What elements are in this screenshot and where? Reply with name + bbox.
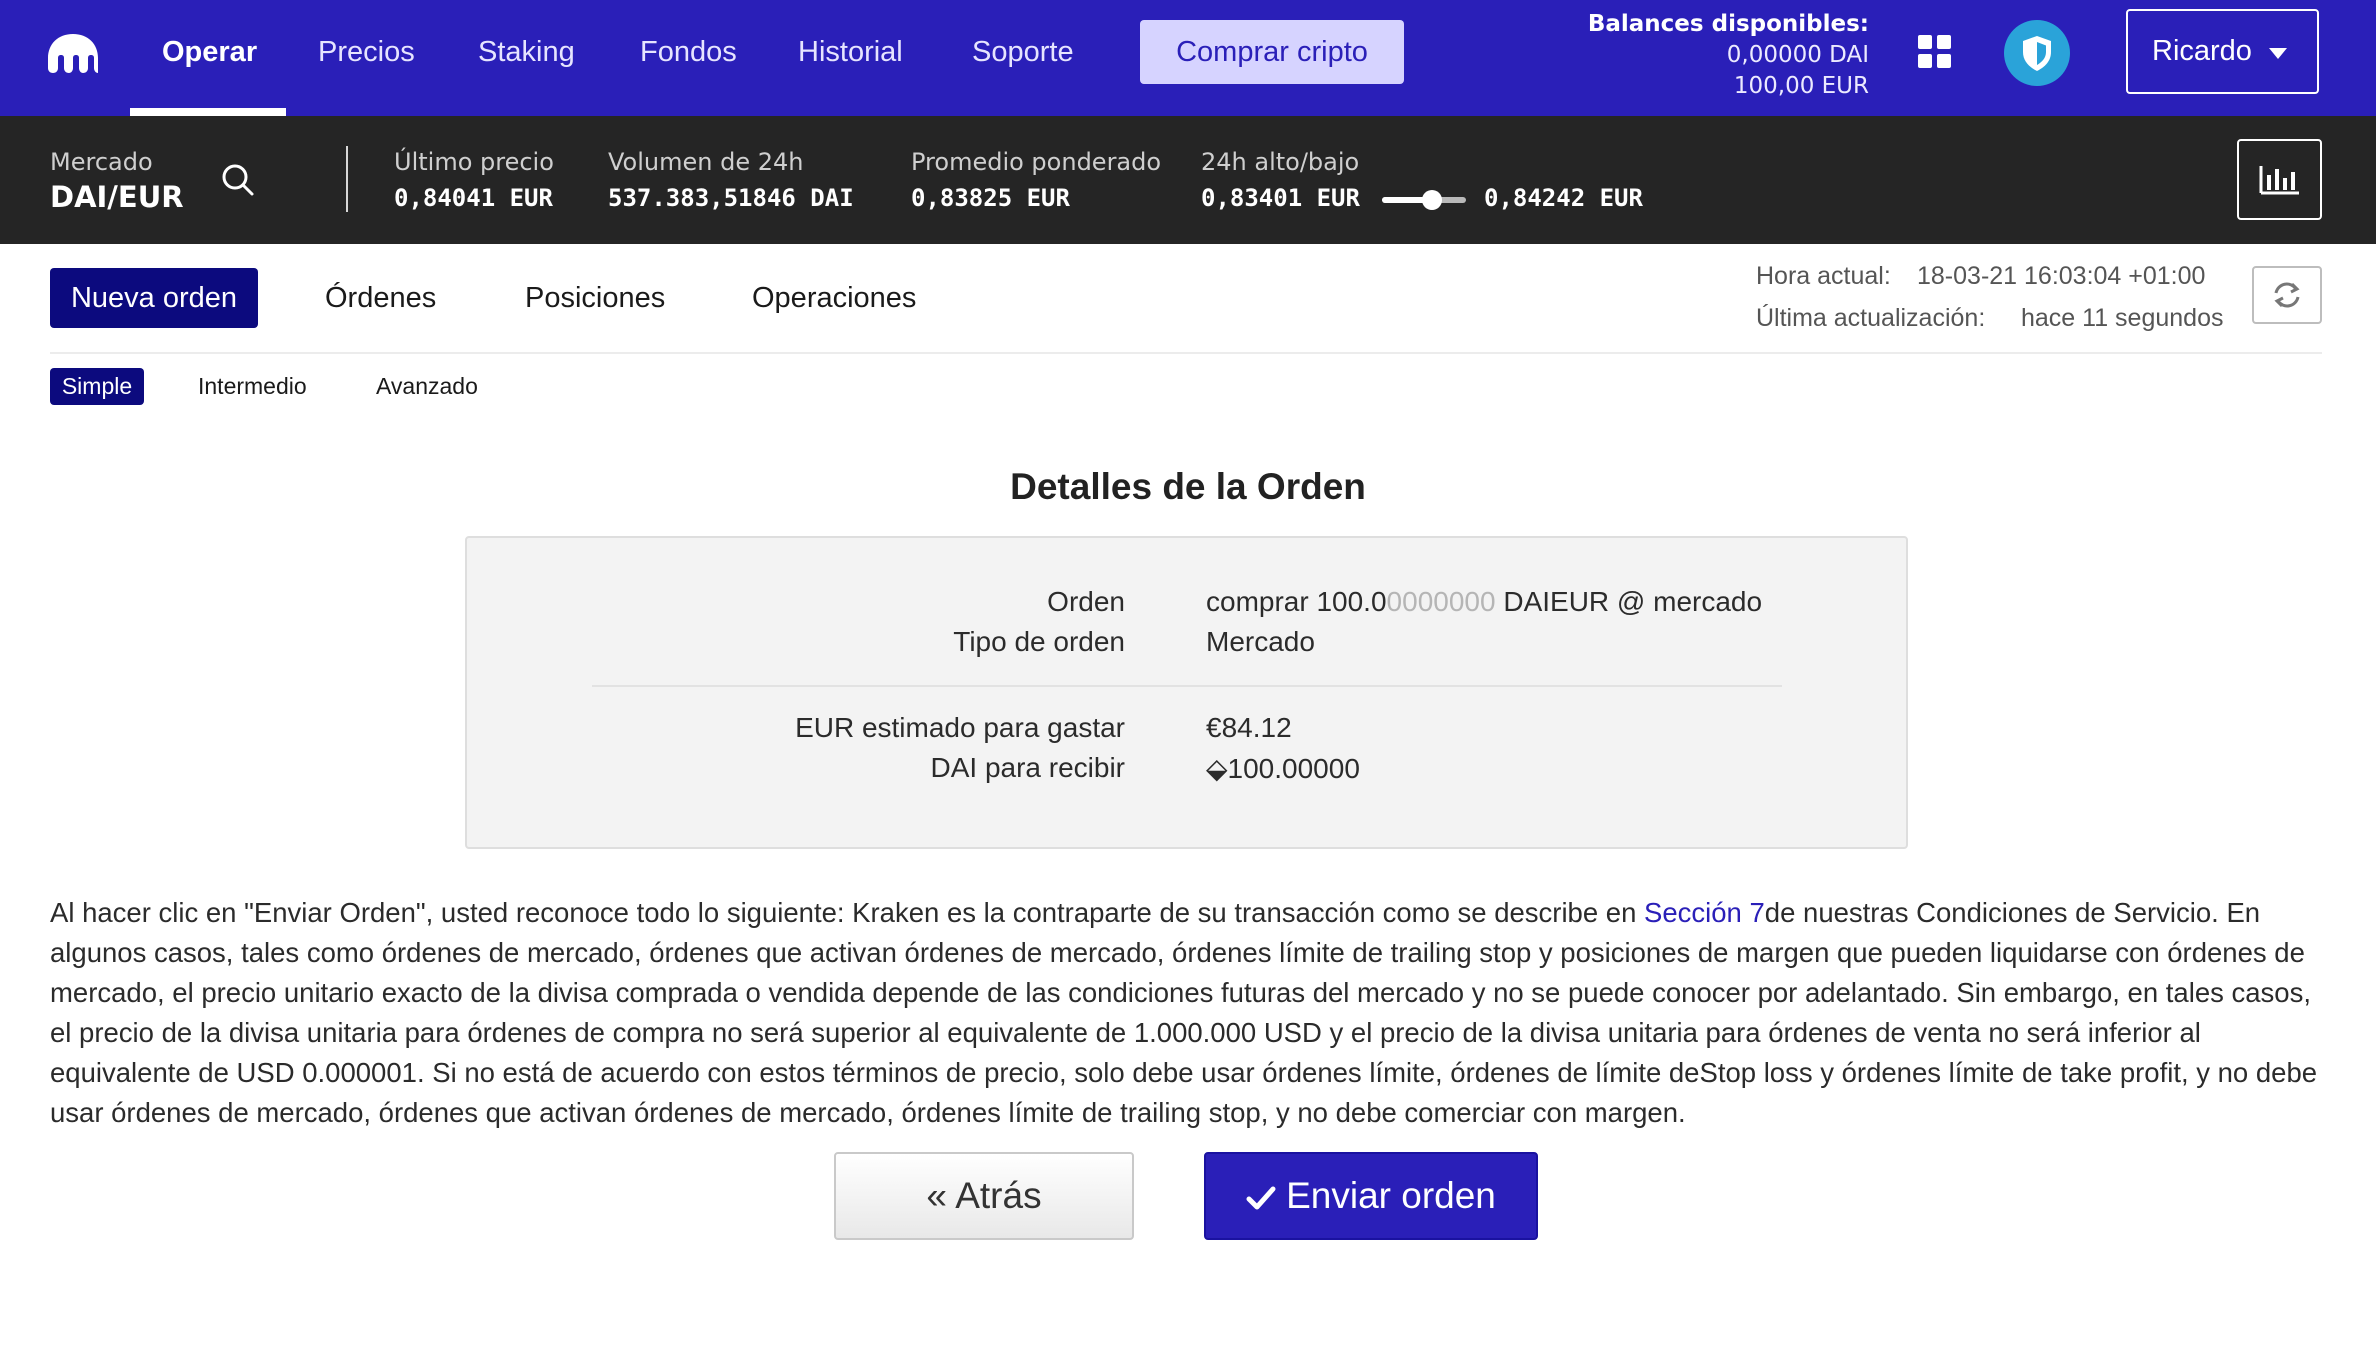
tab-posiciones[interactable]: Posiciones: [525, 268, 665, 328]
range-high-value: 0,84242 EUR: [1484, 184, 1643, 212]
balances-title: Balances disponibles:: [1587, 11, 1869, 37]
tabs-divider: [50, 352, 2322, 354]
top-navigation: Operar Precios Staking Fondos Historial …: [0, 0, 2376, 116]
order-label: Orden: [1047, 586, 1125, 617]
nav-fondos[interactable]: Fondos: [640, 0, 737, 116]
security-button[interactable]: [2004, 20, 2070, 86]
mode-avanzado[interactable]: Avanzado: [376, 368, 478, 405]
range-low-value: 0,83401 EUR: [1201, 184, 1360, 212]
nav-precios[interactable]: Precios: [318, 0, 415, 116]
last-price-value: 0,84041 EUR: [394, 184, 553, 212]
nav-historial[interactable]: Historial: [798, 0, 903, 116]
order-details-title: Detalles de la Orden: [1010, 466, 1366, 507]
market-divider: [346, 146, 348, 212]
tab-ordenes[interactable]: Órdenes: [325, 268, 436, 328]
range-label: 24h alto/bajo: [1201, 148, 1360, 176]
spend-value: €84.12: [1206, 712, 1292, 743]
market-pair[interactable]: DAI/EUR: [50, 180, 184, 214]
nav-staking[interactable]: Staking: [478, 0, 575, 116]
order-pair-market: DAIEUR @ mercado: [1495, 586, 1763, 617]
legal-text-start: Al hacer clic en "Enviar Orden", usted r…: [50, 897, 1645, 928]
vwap-value: 0,83825 EUR: [911, 184, 1070, 212]
grid-icon[interactable]: [1918, 35, 1952, 69]
market-bar: Mercado DAI/EUR Último precio 0,84041 EU…: [0, 116, 2376, 244]
user-menu-button[interactable]: Ricardo: [2126, 9, 2319, 94]
bar-chart-icon: [2259, 166, 2299, 195]
check-icon: [1246, 1186, 1276, 1210]
receive-label: DAI para recibir: [930, 752, 1125, 783]
kraken-logo[interactable]: [46, 32, 100, 74]
balance-dai: 0,00000 DAI: [1726, 42, 1869, 68]
refresh-button[interactable]: [2252, 266, 2322, 324]
last-update-value: hace 11 segundos: [2021, 304, 2224, 332]
balance-eur: 100,00 EUR: [1733, 73, 1869, 99]
current-time-value: 18-03-21 16:03:04 +01:00: [1917, 262, 2206, 290]
back-button[interactable]: « Atrás: [834, 1152, 1134, 1240]
order-type-value: Mercado: [1206, 626, 1315, 657]
last-update-label: Última actualización:: [1756, 304, 1986, 332]
chart-button[interactable]: [2237, 139, 2322, 220]
vwap-label: Promedio ponderado: [911, 148, 1162, 176]
market-label: Mercado: [50, 148, 153, 176]
caret-down-icon: [2269, 48, 2287, 59]
nav-soporte[interactable]: Soporte: [972, 0, 1074, 116]
submit-order-label: Enviar orden: [1286, 1175, 1496, 1216]
tab-operaciones[interactable]: Operaciones: [752, 268, 916, 328]
order-value: comprar 100.00000000 DAIEUR @ mercado: [1206, 586, 1762, 618]
mode-intermedio[interactable]: Intermedio: [198, 368, 307, 405]
last-price-label: Último precio: [394, 148, 554, 176]
shield-icon: [2023, 36, 2051, 71]
order-type-label: Tipo de orden: [953, 626, 1125, 657]
available-balances: Balances disponibles: 0,00000 DAI 100,00…: [1588, 8, 1869, 102]
tab-nueva-orden[interactable]: Nueva orden: [50, 268, 258, 328]
terms-section-link[interactable]: Sección 7: [1644, 897, 1765, 928]
order-amount-padding: 0000000: [1386, 586, 1496, 617]
mode-simple[interactable]: Simple: [50, 368, 144, 405]
receive-value: ⬙100.00000: [1206, 753, 1360, 784]
search-icon[interactable]: [220, 162, 256, 198]
current-time-label: Hora actual:: [1756, 262, 1891, 290]
volume-label: Volumen de 24h: [608, 148, 804, 176]
spend-label: EUR estimado para gastar: [795, 712, 1125, 743]
user-name: Ricardo: [2152, 35, 2252, 67]
buy-crypto-button[interactable]: Comprar cripto: [1140, 20, 1404, 84]
refresh-icon: [2274, 282, 2300, 308]
range-indicator: [1422, 190, 1443, 210]
order-details-box: [465, 536, 1908, 849]
volume-value: 537.383,51846 DAI: [608, 184, 854, 212]
nav-active-indicator: [130, 108, 286, 116]
legal-text-rest: de nuestras Condiciones de Servicio. En …: [50, 897, 2318, 1128]
details-separator: [592, 685, 1782, 687]
submit-order-button[interactable]: Enviar orden: [1204, 1152, 1538, 1240]
nav-operar[interactable]: Operar: [162, 0, 257, 116]
order-amount: comprar 100.0: [1206, 586, 1387, 617]
legal-disclaimer: Al hacer clic en "Enviar Orden", usted r…: [50, 893, 2330, 1133]
